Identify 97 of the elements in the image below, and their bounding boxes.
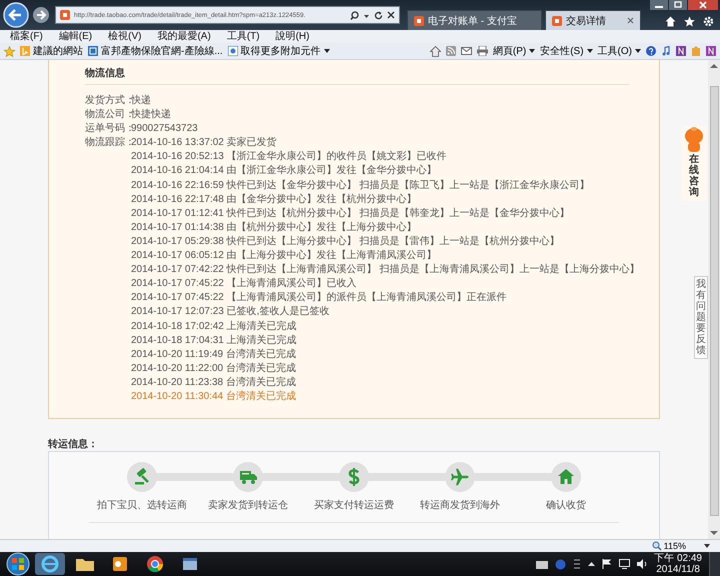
close-icon[interactable] xyxy=(688,0,718,10)
favorite-link[interactable]: 富邦產物保險官網-產險線... xyxy=(88,44,223,58)
tracking-event: 2014-10-16 22:16:59 快件已到达【金华分拨中心】 扫描员是【陈卫飞】上一站是【浙江金华永康公司】 xyxy=(131,178,590,193)
tracking-event: 2014-10-17 01:12:41 快件已到达【杭州分拨中心】 扫描员是【韩奎龙】上一站是【金华分拨中心】 xyxy=(131,206,570,221)
section-title: 转运信息： xyxy=(48,438,99,452)
taskbar-clock[interactable]: 下午 02:49 2014/11/8 xyxy=(654,553,702,575)
star-icon[interactable] xyxy=(4,46,15,56)
tracking-event: 2014-10-16 20:52:13 【浙江金华永康公司】的收件员【姚文彩】已收件 xyxy=(131,150,448,164)
tracking-event: 2014-10-16 21:04:14 由【浙江金华永康公司】发往【金华分拨中心】 xyxy=(131,164,438,178)
scroll-up-icon[interactable] xyxy=(710,63,718,69)
tracking-event: 2014-10-17 07:45:22 【上海青浦凤溪公司】的派件员【上海青浦凤溪公司】正在派件 xyxy=(131,291,508,306)
field-value: 快递 xyxy=(131,94,151,108)
favorite-link[interactable]: 取得更多附加元件 xyxy=(228,44,330,58)
search-icon[interactable] xyxy=(350,10,359,20)
tracking-event: 2014-10-18 17:04:31 上海清关已完成 xyxy=(131,334,298,348)
favorite-link[interactable]: 建議的網站 xyxy=(20,44,83,58)
caret-icon xyxy=(586,48,593,54)
menu-item[interactable]: 檢視(V) xyxy=(108,30,142,43)
site-icon xyxy=(552,16,562,26)
speaker-icon[interactable] xyxy=(637,559,648,569)
zoom-icon xyxy=(652,541,662,551)
zoom-level[interactable]: 115% xyxy=(652,541,686,551)
menu-item[interactable]: 檔案(F) xyxy=(10,30,43,43)
command-menu[interactable]: 安全性(S) xyxy=(540,44,593,58)
field-label: 物流跟踪： xyxy=(85,136,131,150)
site-icon xyxy=(20,46,30,56)
caret-icon xyxy=(529,48,536,54)
field-value: 990027543723 xyxy=(131,122,198,136)
back-icon[interactable] xyxy=(3,2,29,28)
expand-tray-icon[interactable] xyxy=(588,561,596,567)
printer-icon[interactable] xyxy=(476,46,488,56)
tracking-event: 2014-10-20 11:22:00 台湾清关已完成 xyxy=(131,362,297,376)
browser-e-icon[interactable] xyxy=(35,553,65,575)
tracking-event: 2014-10-20 11:30:44 台湾清关已完成 xyxy=(131,390,297,404)
tracking-event: 2014-10-16 13:37:02 卖家已发货 xyxy=(131,136,278,150)
forward-icon[interactable] xyxy=(32,6,50,24)
settings-icon[interactable] xyxy=(703,16,714,27)
flag-icon[interactable] xyxy=(602,559,612,569)
tracking-event: 2014-10-18 17:02:42 上海清关已完成 xyxy=(131,320,298,334)
step-label: 拍下宝贝、选转运商 xyxy=(97,498,187,512)
step-label: 转运商发货到海外 xyxy=(420,498,500,512)
field-value: 快捷快递 xyxy=(131,108,171,122)
site-icon xyxy=(414,16,424,26)
home-icon[interactable] xyxy=(430,46,441,56)
house-icon xyxy=(551,462,581,492)
refresh-icon[interactable] xyxy=(374,10,383,20)
site-icon xyxy=(88,46,98,56)
gavel-icon xyxy=(127,462,157,492)
feedback-button[interactable]: 我有问题要反馈 xyxy=(694,276,708,359)
step-label: 卖家发货到转运仓 xyxy=(208,498,288,512)
maximize-icon[interactable] xyxy=(669,0,687,10)
command-menu[interactable]: 網頁(P) xyxy=(492,44,536,58)
menu-item[interactable]: 說明(H) xyxy=(276,30,310,43)
tracking-event: 2014-10-17 06:05:12 由【上海分拨中心】发往【上海青浦凤溪公司】 xyxy=(131,249,438,264)
minimize-icon[interactable] xyxy=(650,0,668,10)
feed-icon[interactable] xyxy=(446,46,456,56)
step-label: 买家支付转运运费 xyxy=(314,498,394,512)
tracking-event: 2014-10-16 22:17:48 由【金华分拨中心】发往【杭州分拨中心】 xyxy=(131,192,418,207)
field-label: 运单号码： xyxy=(85,122,131,136)
scroll-down-icon[interactable] xyxy=(710,530,718,536)
monitor-icon[interactable] xyxy=(619,559,630,569)
field-label: 发货方式： xyxy=(85,94,131,108)
menu-item[interactable]: 編輯(E) xyxy=(58,30,92,43)
tracking-event: 2014-10-17 12:07:23 已签收,签收人是已签收 xyxy=(131,305,330,320)
tracking-event: 2014-10-17 05:29:38 快件已到达【上海分拨中心】 扫描员是【雷伟】上一站是【杭州分拨中心】 xyxy=(131,234,560,249)
site-icon xyxy=(228,46,238,56)
close-icon[interactable] xyxy=(627,17,634,24)
caret-icon[interactable] xyxy=(704,543,710,549)
section-title: 物流信息 xyxy=(85,64,629,85)
tracking-event: 2014-10-20 11:19:49 台湾清关已完成 xyxy=(131,348,297,362)
home-icon[interactable] xyxy=(665,16,676,27)
tracking-event: 2014-10-20 11:23:38 台湾清关已完成 xyxy=(131,376,297,390)
step-label: 确认收货 xyxy=(546,499,586,512)
browser-tab[interactable]: 交易详情 xyxy=(545,10,641,30)
truck-icon xyxy=(233,462,263,492)
caret-icon xyxy=(635,48,641,54)
airplane-icon xyxy=(445,462,475,492)
star-icon[interactable] xyxy=(684,16,695,27)
dollar-icon xyxy=(339,462,369,492)
stop-icon[interactable] xyxy=(387,11,395,19)
mascot-icon xyxy=(682,126,706,154)
browser-tab[interactable]: 电子对账单 - 支付宝 xyxy=(407,10,542,30)
menu-item[interactable]: 工具(T) xyxy=(226,30,260,43)
caret-icon xyxy=(324,48,330,54)
site-icon xyxy=(60,10,70,20)
scroll-thumb[interactable] xyxy=(710,86,718,516)
tracking-event: 2014-10-17 07:42:22 快件已到达【上海青浦凤溪公司】 扫描员是【上海青浦凤溪公司】上一站是【上海分拨中心】 xyxy=(131,263,640,278)
tracking-event: 2014-10-17 01:14:38 由【杭州分拨中心】发往【上海分拨中心】 xyxy=(131,220,418,235)
scrollbar[interactable] xyxy=(708,60,720,539)
online-consult-widget[interactable]: 在线咨询 xyxy=(681,126,707,201)
command-menu[interactable]: 工具(O) xyxy=(598,44,641,58)
tracking-event: 2014-10-17 07:45:22 【上海青浦凤溪公司】已收入 xyxy=(131,277,358,292)
start-button-icon[interactable] xyxy=(6,552,30,576)
mail-icon[interactable] xyxy=(460,47,472,55)
menu-item[interactable]: 我的最愛(A) xyxy=(157,30,211,43)
field-label: 物流公司： xyxy=(85,108,131,122)
music-note-icon[interactable] xyxy=(661,46,671,56)
